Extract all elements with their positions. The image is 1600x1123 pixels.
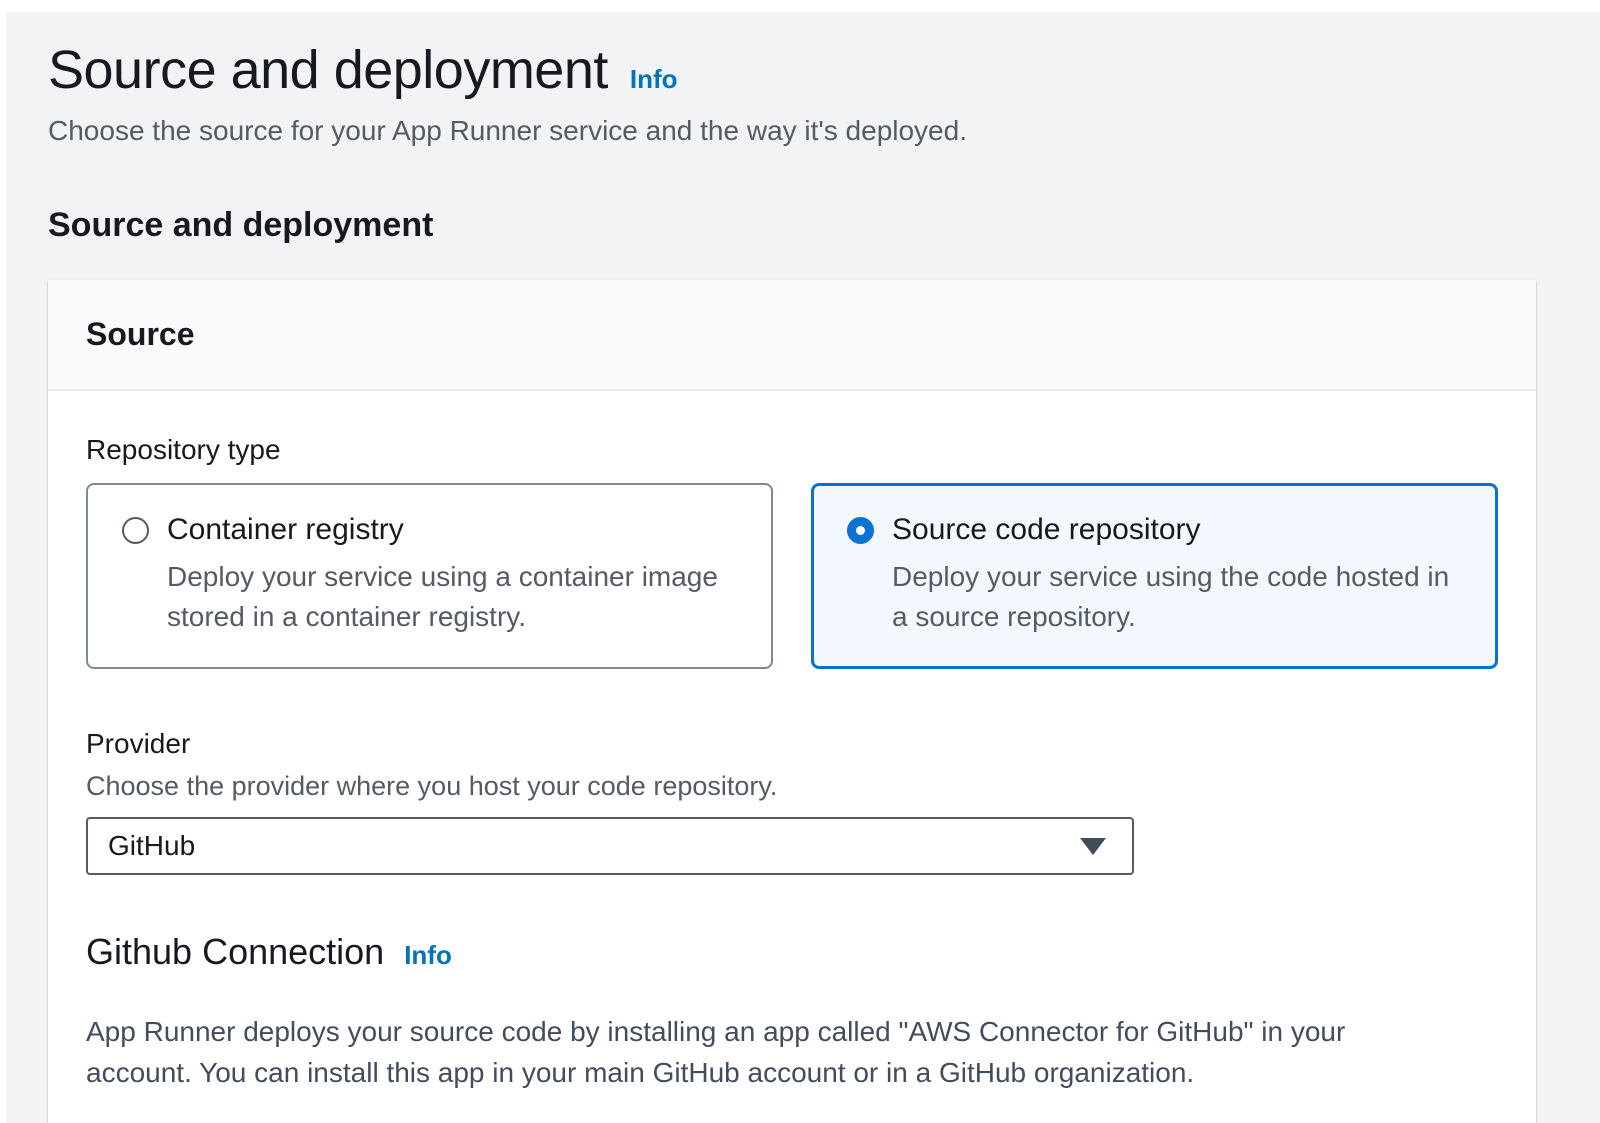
github-connection-info-link[interactable]: Info <box>404 940 452 971</box>
tile-source-code-repository[interactable]: Source code repository Deploy your servi… <box>811 483 1498 669</box>
tile-source-code-repository-row: Source code repository <box>847 511 1468 549</box>
provider-select[interactable]: GitHub <box>86 817 1134 875</box>
github-connection-header: Github Connection Info <box>86 929 1498 975</box>
source-card-body: Repository type Container registry Deplo… <box>48 391 1536 1123</box>
provider-select-value: GitHub <box>108 830 195 862</box>
tile-source-code-repository-description: Deploy your service using the code hoste… <box>892 557 1468 637</box>
radio-button-container-registry[interactable] <box>122 517 149 544</box>
tile-source-code-repository-title: Source code repository <box>892 511 1201 549</box>
source-card: Source Repository type Container registr… <box>48 280 1536 1123</box>
repository-type-label: Repository type <box>86 433 1498 467</box>
source-card-title: Source <box>86 316 194 352</box>
content-area: Source and deployment Info Choose the so… <box>6 12 1600 1123</box>
page-header: Source and deployment Info <box>48 38 1558 102</box>
provider-description: Choose the provider where you host your … <box>86 769 1498 803</box>
repository-type-tiles: Container registry Deploy your service u… <box>86 483 1498 669</box>
source-card-header: Source <box>48 280 1536 391</box>
provider-label: Provider <box>86 727 1498 761</box>
section-heading: Source and deployment <box>48 204 1558 246</box>
page-title: Source and deployment <box>48 38 608 102</box>
tile-container-registry[interactable]: Container registry Deploy your service u… <box>86 483 773 669</box>
tile-container-registry-row: Container registry <box>122 511 743 549</box>
github-connection-description: App Runner deploys your source code by i… <box>86 1011 1458 1093</box>
caret-down-icon <box>1080 838 1106 855</box>
provider-field: Provider Choose the provider where you h… <box>86 727 1498 875</box>
page-background: Source and deployment Info Choose the so… <box>6 12 1600 1123</box>
tile-container-registry-description: Deploy your service using a container im… <box>167 557 743 637</box>
tile-container-registry-title: Container registry <box>167 511 404 549</box>
radio-button-source-code-repository[interactable] <box>847 517 874 544</box>
page-title-info-link[interactable]: Info <box>630 64 678 95</box>
page-subtitle: Choose the source for your App Runner se… <box>48 112 1558 150</box>
github-connection-heading: Github Connection <box>86 929 384 975</box>
